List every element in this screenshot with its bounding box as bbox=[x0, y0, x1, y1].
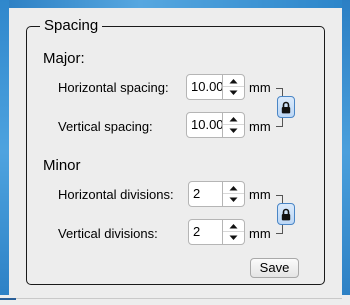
major-lock-button[interactable] bbox=[277, 96, 295, 118]
stepper-arrows bbox=[222, 75, 244, 99]
chevron-down-icon bbox=[229, 235, 238, 240]
major-horizontal-label: Horizontal spacing: bbox=[58, 80, 169, 95]
major-vertical-label: Vertical spacing: bbox=[58, 119, 153, 134]
window-accent-top bbox=[0, 0, 350, 8]
window-accent-left bbox=[0, 0, 9, 305]
chevron-down-icon bbox=[229, 128, 238, 133]
increment-button[interactable] bbox=[223, 220, 244, 232]
window-seam bbox=[0, 298, 16, 300]
major-horizontal-value[interactable]: 10.00 bbox=[191, 79, 224, 95]
minor-vertical-label: Vertical divisions: bbox=[58, 226, 158, 241]
stepper-arrows bbox=[222, 220, 244, 244]
chevron-down-icon bbox=[229, 90, 238, 95]
decrement-button[interactable] bbox=[223, 194, 244, 206]
lock-icon bbox=[281, 208, 291, 220]
minor-vertical-unit: mm bbox=[249, 226, 271, 241]
minor-vertical-value[interactable]: 2 bbox=[193, 224, 200, 240]
increment-button[interactable] bbox=[223, 182, 244, 194]
chevron-down-icon bbox=[229, 197, 238, 202]
chevron-up-icon bbox=[229, 185, 238, 190]
minor-heading: Minor bbox=[43, 157, 81, 174]
minor-vertical-stepper[interactable]: 2 bbox=[188, 219, 245, 245]
major-horizontal-stepper[interactable]: 10.00 bbox=[186, 74, 245, 100]
stepper-arrows bbox=[222, 113, 244, 137]
increment-button[interactable] bbox=[223, 75, 244, 87]
major-vertical-stepper[interactable]: 10.00 bbox=[186, 112, 245, 138]
major-vertical-value[interactable]: 10.00 bbox=[191, 117, 224, 133]
chevron-up-icon bbox=[229, 116, 238, 121]
window-accent-right bbox=[342, 0, 350, 305]
chevron-up-icon bbox=[229, 223, 238, 228]
stepper-arrows bbox=[222, 182, 244, 206]
save-button[interactable]: Save bbox=[250, 258, 299, 278]
minor-horizontal-stepper[interactable]: 2 bbox=[188, 181, 245, 207]
decrement-button[interactable] bbox=[223, 87, 244, 99]
chevron-up-icon bbox=[229, 78, 238, 83]
minor-horizontal-label: Horizontal divisions: bbox=[58, 187, 174, 202]
lock-icon bbox=[281, 101, 291, 113]
spacing-group-title: Spacing bbox=[40, 16, 103, 36]
minor-lock-button[interactable] bbox=[277, 203, 295, 225]
minor-horizontal-unit: mm bbox=[249, 187, 271, 202]
increment-button[interactable] bbox=[223, 113, 244, 125]
bottom-strip bbox=[0, 295, 350, 305]
minor-horizontal-value[interactable]: 2 bbox=[193, 186, 200, 202]
decrement-button[interactable] bbox=[223, 125, 244, 137]
major-vertical-unit: mm bbox=[249, 119, 271, 134]
major-horizontal-unit: mm bbox=[249, 80, 271, 95]
major-heading: Major: bbox=[43, 50, 85, 67]
bottom-edge bbox=[16, 298, 342, 299]
decrement-button[interactable] bbox=[223, 232, 244, 244]
